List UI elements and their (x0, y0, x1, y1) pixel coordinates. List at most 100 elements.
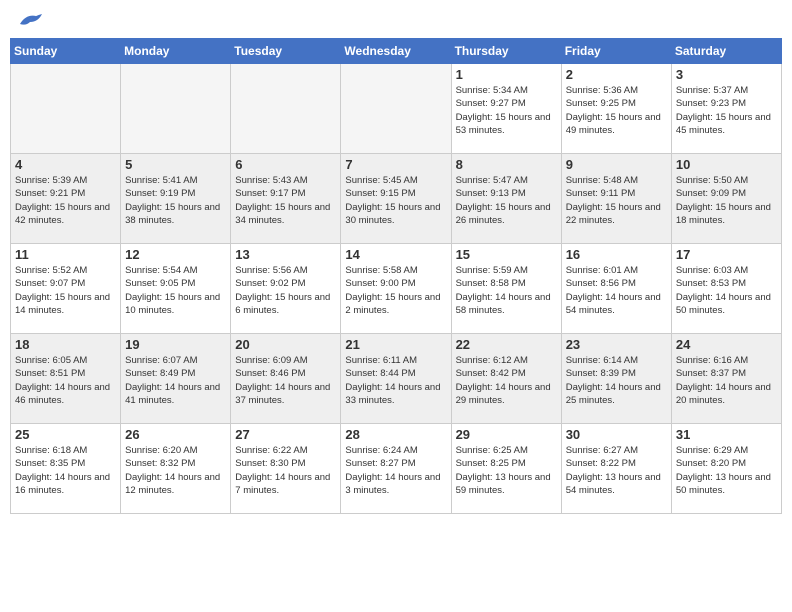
day-info: Sunrise: 5:58 AM Sunset: 9:00 PM Dayligh… (345, 264, 446, 317)
day-number: 5 (125, 157, 226, 172)
calendar-cell: 13 Sunrise: 5:56 AM Sunset: 9:02 PM Dayli… (231, 244, 341, 334)
day-number: 20 (235, 337, 336, 352)
day-number: 31 (676, 427, 777, 442)
day-info: Sunrise: 6:24 AM Sunset: 8:27 PM Dayligh… (345, 444, 446, 497)
day-info: Sunrise: 6:18 AM Sunset: 8:35 PM Dayligh… (15, 444, 116, 497)
calendar-cell: 22 Sunrise: 6:12 AM Sunset: 8:42 PM Dayli… (451, 334, 561, 424)
day-number: 9 (566, 157, 667, 172)
week-row-2: 4 Sunrise: 5:39 AM Sunset: 9:21 PM Daylig… (11, 154, 782, 244)
calendar-cell (341, 64, 451, 154)
week-row-3: 11 Sunrise: 5:52 AM Sunset: 9:07 PM Dayli… (11, 244, 782, 334)
day-number: 29 (456, 427, 557, 442)
day-number: 22 (456, 337, 557, 352)
calendar-cell: 16 Sunrise: 6:01 AM Sunset: 8:56 PM Dayli… (561, 244, 671, 334)
day-header-saturday: Saturday (671, 39, 781, 64)
day-info: Sunrise: 5:39 AM Sunset: 9:21 PM Dayligh… (15, 174, 116, 227)
day-info: Sunrise: 5:52 AM Sunset: 9:07 PM Dayligh… (15, 264, 116, 317)
day-info: Sunrise: 6:11 AM Sunset: 8:44 PM Dayligh… (345, 354, 446, 407)
day-header-wednesday: Wednesday (341, 39, 451, 64)
day-info: Sunrise: 6:09 AM Sunset: 8:46 PM Dayligh… (235, 354, 336, 407)
calendar-cell: 17Sunrise: 6:03 AM Sunset: 8:53 PM Dayli… (671, 244, 781, 334)
calendar-cell: 6 Sunrise: 5:43 AM Sunset: 9:17 PM Daylig… (231, 154, 341, 244)
day-info: Sunrise: 6:27 AM Sunset: 8:22 PM Dayligh… (566, 444, 667, 497)
day-number: 16 (566, 247, 667, 262)
calendar-cell: 26 Sunrise: 6:20 AM Sunset: 8:32 PM Dayli… (121, 424, 231, 514)
day-info: Sunrise: 6:05 AM Sunset: 8:51 PM Dayligh… (15, 354, 116, 407)
calendar-cell: 3 Sunrise: 5:37 AM Sunset: 9:23 PM Daylig… (671, 64, 781, 154)
day-number: 8 (456, 157, 557, 172)
calendar-cell: 14 Sunrise: 5:58 AM Sunset: 9:00 PM Dayli… (341, 244, 451, 334)
day-number: 26 (125, 427, 226, 442)
day-info: Sunrise: 6:16 AM Sunset: 8:37 PM Dayligh… (676, 354, 777, 407)
day-header-friday: Friday (561, 39, 671, 64)
header-row: SundayMondayTuesdayWednesdayThursdayFrid… (11, 39, 782, 64)
day-info: Sunrise: 6:20 AM Sunset: 8:32 PM Dayligh… (125, 444, 226, 497)
day-info: Sunrise: 5:43 AM Sunset: 9:17 PM Dayligh… (235, 174, 336, 227)
day-header-sunday: Sunday (11, 39, 121, 64)
day-number: 23 (566, 337, 667, 352)
logo (14, 10, 44, 30)
day-info: Sunrise: 5:48 AM Sunset: 9:11 PM Dayligh… (566, 174, 667, 227)
day-number: 28 (345, 427, 446, 442)
day-info: Sunrise: 5:59 AM Sunset: 8:58 PM Dayligh… (456, 264, 557, 317)
day-info: Sunrise: 6:01 AM Sunset: 8:56 PM Dayligh… (566, 264, 667, 317)
calendar-cell: 18Sunrise: 6:05 AM Sunset: 8:51 PM Dayli… (11, 334, 121, 424)
day-number: 4 (15, 157, 116, 172)
calendar-cell: 19 Sunrise: 6:07 AM Sunset: 8:49 PM Dayli… (121, 334, 231, 424)
day-info: Sunrise: 6:07 AM Sunset: 8:49 PM Dayligh… (125, 354, 226, 407)
day-number: 24 (676, 337, 777, 352)
day-info: Sunrise: 5:56 AM Sunset: 9:02 PM Dayligh… (235, 264, 336, 317)
day-number: 21 (345, 337, 446, 352)
day-info: Sunrise: 5:34 AM Sunset: 9:27 PM Dayligh… (456, 84, 557, 137)
day-info: Sunrise: 6:25 AM Sunset: 8:25 PM Dayligh… (456, 444, 557, 497)
day-header-monday: Monday (121, 39, 231, 64)
day-info: Sunrise: 5:37 AM Sunset: 9:23 PM Dayligh… (676, 84, 777, 137)
day-number: 6 (235, 157, 336, 172)
day-number: 11 (15, 247, 116, 262)
day-number: 10 (676, 157, 777, 172)
week-row-4: 18Sunrise: 6:05 AM Sunset: 8:51 PM Dayli… (11, 334, 782, 424)
day-info: Sunrise: 5:47 AM Sunset: 9:13 PM Dayligh… (456, 174, 557, 227)
day-number: 25 (15, 427, 116, 442)
calendar-cell: 21 Sunrise: 6:11 AM Sunset: 8:44 PM Dayli… (341, 334, 451, 424)
calendar-cell: 2Sunrise: 5:36 AM Sunset: 9:25 PM Daylig… (561, 64, 671, 154)
day-number: 14 (345, 247, 446, 262)
calendar-cell: 15 Sunrise: 5:59 AM Sunset: 8:58 PM Dayli… (451, 244, 561, 334)
day-info: Sunrise: 6:12 AM Sunset: 8:42 PM Dayligh… (456, 354, 557, 407)
calendar-cell: 29 Sunrise: 6:25 AM Sunset: 8:25 PM Dayli… (451, 424, 561, 514)
day-info: Sunrise: 5:54 AM Sunset: 9:05 PM Dayligh… (125, 264, 226, 317)
day-number: 15 (456, 247, 557, 262)
calendar-cell: 10 Sunrise: 5:50 AM Sunset: 9:09 PM Dayli… (671, 154, 781, 244)
page-header (10, 10, 782, 30)
week-row-1: 1 Sunrise: 5:34 AM Sunset: 9:27 PM Daylig… (11, 64, 782, 154)
day-number: 13 (235, 247, 336, 262)
calendar-cell: 25 Sunrise: 6:18 AM Sunset: 8:35 PM Dayli… (11, 424, 121, 514)
calendar-table: SundayMondayTuesdayWednesdayThursdayFrid… (10, 38, 782, 514)
calendar-cell: 4 Sunrise: 5:39 AM Sunset: 9:21 PM Daylig… (11, 154, 121, 244)
day-header-tuesday: Tuesday (231, 39, 341, 64)
calendar-cell: 27 Sunrise: 6:22 AM Sunset: 8:30 PM Dayli… (231, 424, 341, 514)
calendar-cell: 28 Sunrise: 6:24 AM Sunset: 8:27 PM Dayli… (341, 424, 451, 514)
day-info: Sunrise: 6:29 AM Sunset: 8:20 PM Dayligh… (676, 444, 777, 497)
calendar-cell: 8 Sunrise: 5:47 AM Sunset: 9:13 PM Daylig… (451, 154, 561, 244)
calendar-cell (11, 64, 121, 154)
day-info: Sunrise: 5:45 AM Sunset: 9:15 PM Dayligh… (345, 174, 446, 227)
day-info: Sunrise: 6:22 AM Sunset: 8:30 PM Dayligh… (235, 444, 336, 497)
day-number: 2 (566, 67, 667, 82)
calendar-cell: 5Sunrise: 5:41 AM Sunset: 9:19 PM Daylig… (121, 154, 231, 244)
calendar-cell: 11 Sunrise: 5:52 AM Sunset: 9:07 PM Dayli… (11, 244, 121, 334)
calendar-cell: 9 Sunrise: 5:48 AM Sunset: 9:11 PM Daylig… (561, 154, 671, 244)
day-number: 27 (235, 427, 336, 442)
day-number: 3 (676, 67, 777, 82)
day-number: 1 (456, 67, 557, 82)
day-number: 19 (125, 337, 226, 352)
day-number: 30 (566, 427, 667, 442)
calendar-cell: 20 Sunrise: 6:09 AM Sunset: 8:46 PM Dayli… (231, 334, 341, 424)
week-row-5: 25 Sunrise: 6:18 AM Sunset: 8:35 PM Dayli… (11, 424, 782, 514)
day-number: 17 (676, 247, 777, 262)
calendar-cell (121, 64, 231, 154)
calendar-cell: 31 Sunrise: 6:29 AM Sunset: 8:20 PM Dayli… (671, 424, 781, 514)
calendar-cell: 30 Sunrise: 6:27 AM Sunset: 8:22 PM Dayli… (561, 424, 671, 514)
calendar-cell: 7Sunrise: 5:45 AM Sunset: 9:15 PM Daylig… (341, 154, 451, 244)
day-info: Sunrise: 5:50 AM Sunset: 9:09 PM Dayligh… (676, 174, 777, 227)
